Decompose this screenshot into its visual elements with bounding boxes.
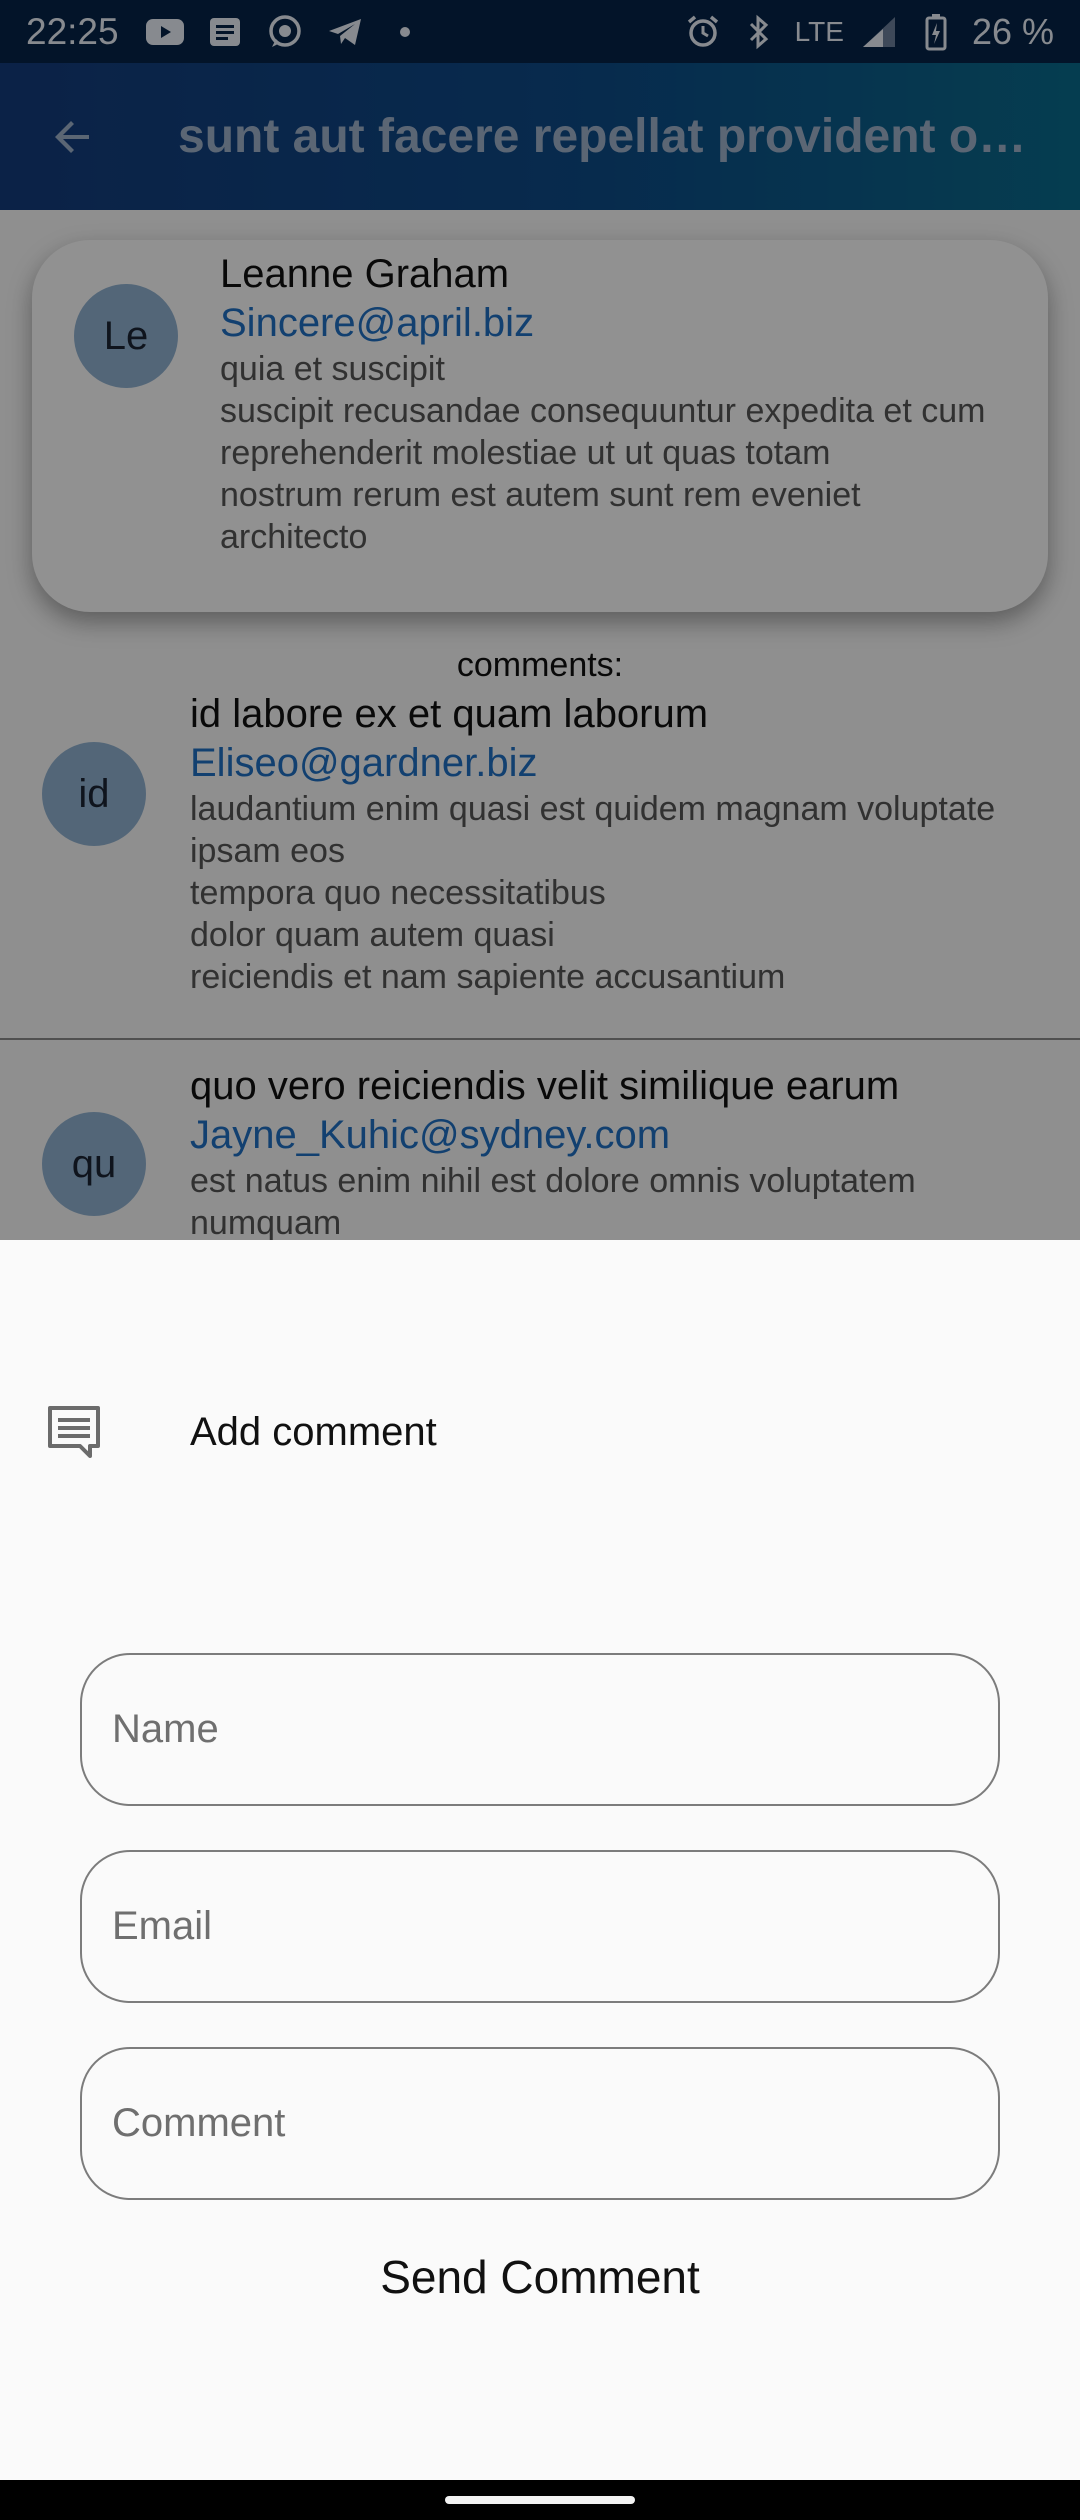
name-field[interactable]: [80, 1653, 1000, 1806]
comment-field[interactable]: [80, 2047, 1000, 2200]
navigation-bar: [0, 2480, 1080, 2520]
send-comment-label: Send Comment: [380, 2251, 700, 2303]
email-field[interactable]: [80, 1850, 1000, 2003]
comment-icon: [48, 1406, 100, 1458]
home-gesture-handle[interactable]: [445, 2496, 635, 2504]
modal-scrim[interactable]: [0, 0, 1080, 1240]
sheet-title: Add comment: [190, 1410, 437, 1454]
sheet-header: Add comment: [0, 1390, 1080, 1480]
send-comment-button[interactable]: Send Comment: [0, 2250, 1080, 2304]
